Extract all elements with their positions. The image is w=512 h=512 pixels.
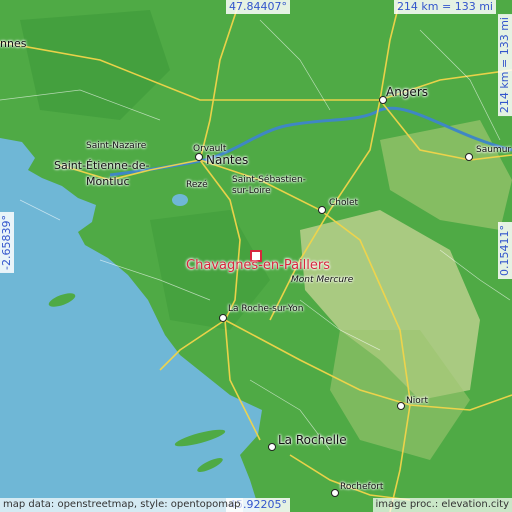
rochefort-dot <box>331 489 339 497</box>
la-rochelle-dot <box>268 443 276 451</box>
map-view[interactable]: 47.84407° 45.92205° -2.65839° 0.15411° 2… <box>0 0 512 512</box>
place-label-rochefort[interactable]: Rochefort <box>340 483 383 492</box>
scale-horizontal-label: 214 km = 133 mi <box>393 0 496 14</box>
place-label-saint-nazaire[interactable]: Saint-Nazaire <box>86 142 146 151</box>
place-label-reze[interactable]: Rezé <box>186 181 208 190</box>
coord-right-label: 0.15411° <box>498 222 512 279</box>
place-label-saint-etienne-line1[interactable]: Saint-Étienne-de- <box>54 160 150 171</box>
coord-left-label: -2.65839° <box>0 212 14 273</box>
place-label-nantes[interactable]: Nantes <box>206 154 248 166</box>
place-label-saint-sebastien-line1[interactable]: Saint-Sébastien- <box>232 176 306 185</box>
cholet-dot <box>318 206 326 214</box>
place-label-rennes: nnes <box>0 37 27 50</box>
selected-place-label[interactable]: Chavagnes-en-Paillers <box>186 259 330 272</box>
lake <box>172 194 188 206</box>
saumur-dot <box>465 153 473 161</box>
coord-top-label: 47.84407° <box>226 0 290 14</box>
place-label-la-rochelle[interactable]: La Rochelle <box>278 434 347 446</box>
niort-dot <box>397 402 405 410</box>
attribution-right: image proc.: elevation.city <box>372 498 512 512</box>
nantes-dot <box>195 153 203 161</box>
la-roche-dot <box>219 314 227 322</box>
place-label-mont-mercure: Mont Mercure <box>291 275 354 285</box>
place-label-niort[interactable]: Niort <box>406 397 428 406</box>
place-label-la-roche-sur-yon[interactable]: La Roche-sur-Yon <box>228 305 303 314</box>
place-label-saint-sebastien-line2[interactable]: sur-Loire <box>232 187 271 196</box>
scale-vertical-label: 214 km = 133 mi <box>498 14 512 117</box>
place-label-saint-etienne-line2[interactable]: Montluc <box>86 176 130 187</box>
place-label-cholet[interactable]: Cholet <box>329 199 358 208</box>
attribution-left: map data: openstreetmap, style: opentopo… <box>0 498 244 512</box>
place-label-saumur[interactable]: Saumur <box>476 146 511 155</box>
place-label-angers[interactable]: Angers <box>386 86 428 98</box>
